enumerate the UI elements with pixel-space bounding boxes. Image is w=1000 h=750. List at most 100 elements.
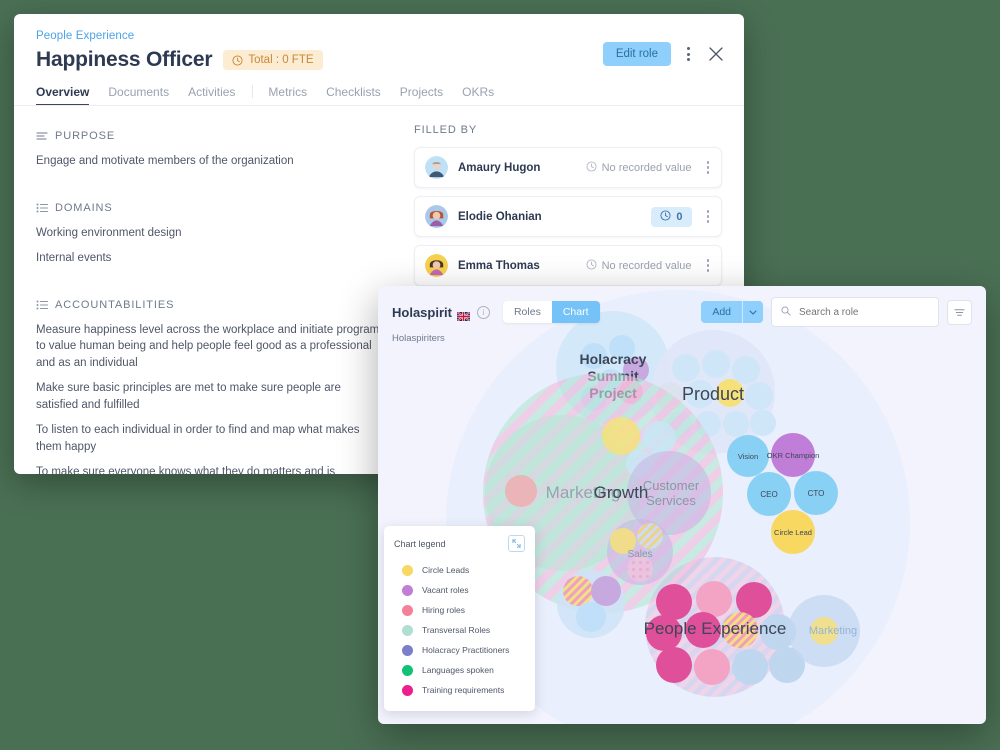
legend-item[interactable]: Holacracy Practitioners	[394, 640, 525, 660]
member-more-icon[interactable]	[705, 208, 712, 225]
svg-text:Circle Lead: Circle Lead	[774, 528, 812, 537]
tab-activities[interactable]: Activities	[188, 85, 235, 106]
legend-label: Vacant roles	[422, 585, 469, 595]
list-icon	[36, 202, 48, 214]
legend-swatch	[402, 644, 413, 656]
accountability-item: To listen to each individual in order to…	[36, 424, 360, 453]
tab-documents[interactable]: Documents	[108, 85, 169, 106]
member-name: Amaury Hugon	[458, 161, 541, 174]
org-subtitle: Holaspiriters	[392, 333, 445, 344]
svg-text:Sales: Sales	[627, 549, 652, 560]
member-value-text: 0	[676, 210, 683, 223]
legend-item[interactable]: Hiring roles	[394, 600, 525, 620]
member-name: Elodie Ohanian	[458, 210, 542, 223]
accountability-item: To make sure everyone knows what they do…	[36, 466, 336, 474]
svg-text:People Experience: People Experience	[644, 619, 787, 638]
legend-label: Hiring roles	[422, 605, 465, 615]
uk-flag-icon	[456, 308, 471, 322]
legend-title: Chart legend	[394, 538, 446, 549]
add-button[interactable]: Add	[701, 301, 763, 323]
clock-icon	[660, 209, 671, 224]
chart-legend: Chart legend Circle Leads Vacant roles H…	[384, 526, 535, 711]
member-value-chip[interactable]: 0	[651, 206, 692, 227]
legend-swatch	[402, 584, 413, 596]
svg-text:Product: Product	[682, 384, 744, 404]
legend-swatch	[402, 684, 413, 696]
more-options-icon[interactable]	[684, 44, 693, 64]
legend-item[interactable]: Vacant roles	[394, 580, 525, 600]
domain-item: Working environment design	[36, 226, 182, 239]
screen: People Experience Happiness Officer Tota…	[0, 0, 1000, 750]
clock-icon	[586, 160, 597, 175]
org-name: Holaspirit	[392, 304, 452, 320]
svg-text:Vision: Vision	[738, 452, 758, 461]
member-more-icon[interactable]	[705, 257, 712, 274]
purpose-heading-label: PURPOSE	[55, 130, 116, 142]
legend-item[interactable]: Transversal Roles	[394, 620, 525, 640]
org-chart-window: Holacracy Summit Project Product	[378, 286, 986, 724]
clock-icon	[586, 258, 597, 273]
member-row[interactable]: Amaury Hugon No recorded value	[414, 147, 722, 188]
accountability-item: Measure happiness level across the workp…	[36, 323, 386, 369]
accountabilities-heading: ACCOUNTABILITIES	[36, 299, 386, 311]
add-button-label: Add	[712, 306, 731, 318]
legend-swatch	[402, 564, 413, 576]
avatar	[425, 254, 448, 277]
legend-label: Languages spoken	[422, 665, 494, 675]
edit-role-button[interactable]: Edit role	[602, 42, 671, 66]
member-value: No recorded value	[586, 160, 692, 175]
domains-heading-label: DOMAINS	[55, 201, 113, 214]
accountabilities-heading-label: ACCOUNTABILITIES	[55, 298, 175, 311]
tab-metrics[interactable]: Metrics	[252, 85, 307, 106]
collapse-icon[interactable]	[508, 535, 525, 552]
close-icon[interactable]	[706, 44, 726, 64]
member-row[interactable]: Emma Thomas No recorded value	[414, 245, 722, 286]
filled-by-heading: FILLED BY	[414, 124, 478, 136]
tab-okrs[interactable]: OKRs	[462, 85, 494, 106]
search-input[interactable]	[797, 305, 929, 319]
fte-badge-label: Total : 0 FTE	[248, 54, 314, 66]
search-box[interactable]	[771, 297, 939, 327]
member-value-text: No recorded value	[601, 161, 692, 174]
legend-item[interactable]: Training requirements	[394, 680, 525, 700]
member-row[interactable]: Elodie Ohanian 0	[414, 196, 722, 237]
svg-text:Services: Services	[646, 493, 696, 508]
svg-text:Marketing: Marketing	[809, 625, 857, 637]
chart-toolbar: Holaspirit i Roles Chart Add Search a ro…	[378, 286, 986, 344]
tab-checklists[interactable]: Checklists	[326, 85, 381, 106]
member-more-icon[interactable]	[705, 159, 712, 176]
legend-label: Holacracy Practitioners	[422, 645, 510, 655]
fte-badge: Total : 0 FTE	[223, 50, 323, 70]
legend-label: Circle Leads	[422, 565, 470, 575]
purpose-text: Engage and motivate members of the organ…	[36, 155, 294, 167]
purpose-icon	[36, 130, 48, 142]
role-details-column: PURPOSE Engage and motivate members of t…	[36, 124, 386, 474]
chart-toolbar-row: Holaspirit i Roles Chart Add	[392, 297, 972, 327]
domains-heading: DOMAINS	[36, 202, 386, 214]
member-value: No recorded value	[586, 258, 692, 273]
purpose-heading: PURPOSE	[36, 130, 386, 142]
chevron-down-icon[interactable]	[742, 301, 763, 323]
tab-overview[interactable]: Overview	[36, 85, 90, 106]
legend-item[interactable]: Circle Leads	[394, 560, 525, 580]
svg-text:Customer: Customer	[643, 478, 700, 493]
info-icon[interactable]: i	[476, 305, 490, 319]
member-name: Emma Thomas	[458, 259, 540, 272]
legend-label: Transversal Roles	[422, 625, 491, 635]
tab-projects[interactable]: Projects	[400, 85, 443, 106]
toggle-chart[interactable]: Chart	[551, 301, 600, 323]
domain-item: Internal events	[36, 252, 112, 264]
breadcrumb[interactable]: People Experience	[36, 30, 722, 42]
avatar	[425, 205, 448, 228]
svg-text:OKR Champion: OKR Champion	[767, 451, 820, 460]
member-value-text: No recorded value	[601, 259, 692, 272]
filter-icon[interactable]	[947, 299, 972, 325]
svg-text:CTO: CTO	[808, 489, 825, 498]
toggle-roles[interactable]: Roles	[503, 301, 552, 323]
legend-item[interactable]: Languages spoken	[394, 660, 525, 680]
search-icon	[781, 303, 791, 321]
clock-icon	[232, 54, 243, 66]
legend-label: Training requirements	[422, 685, 505, 695]
legend-swatch	[402, 624, 413, 636]
avatar	[425, 156, 448, 179]
